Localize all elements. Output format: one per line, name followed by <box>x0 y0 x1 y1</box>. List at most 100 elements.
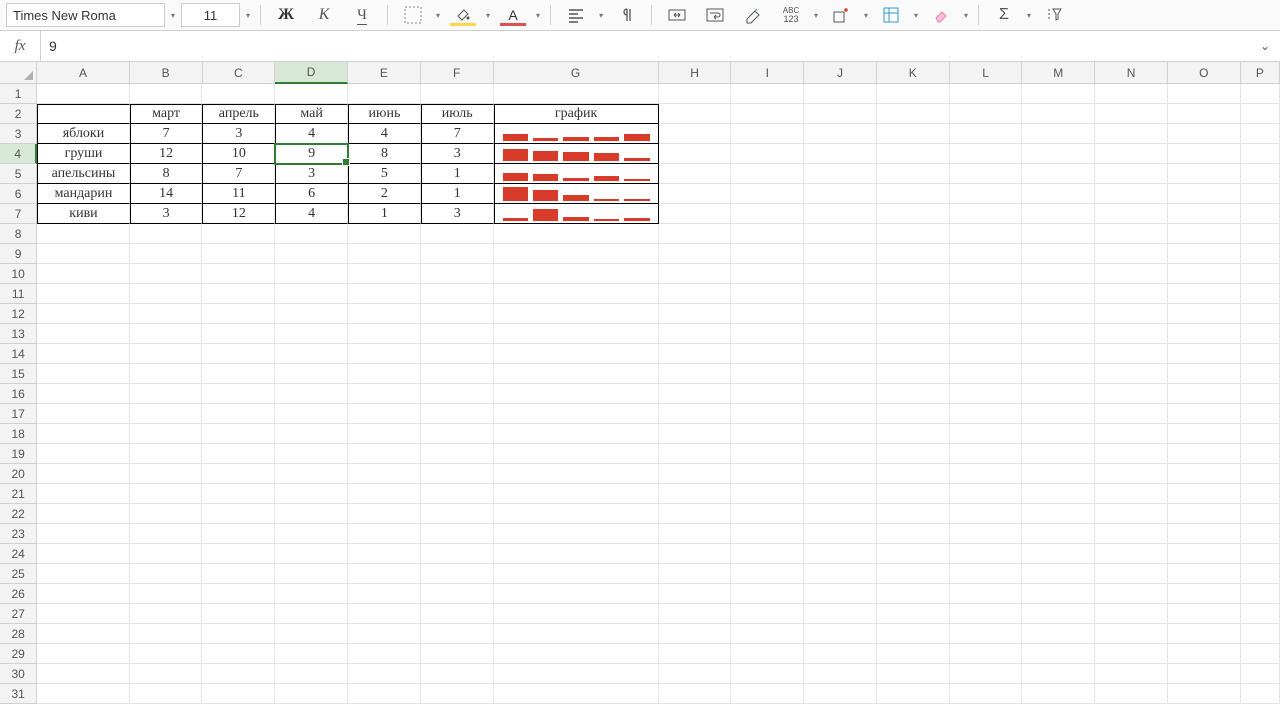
cell-F9[interactable] <box>421 244 494 264</box>
cell-F30[interactable] <box>421 664 494 684</box>
cell-C20[interactable] <box>202 464 275 484</box>
col-head-D[interactable]: D <box>275 62 348 84</box>
cell-I8[interactable] <box>731 224 804 244</box>
cell-G27[interactable] <box>494 604 659 624</box>
cell-K25[interactable] <box>877 564 950 584</box>
cell-K1[interactable] <box>877 84 950 104</box>
number-format-button[interactable]: ABC 123 <box>774 2 808 28</box>
cell-G22[interactable] <box>494 504 659 524</box>
cell-C23[interactable] <box>202 524 275 544</box>
cell-G17[interactable] <box>494 404 659 424</box>
col-head-N[interactable]: N <box>1095 62 1168 84</box>
chevron-down-icon[interactable]: ▾ <box>484 2 492 28</box>
cell-I6[interactable] <box>731 184 804 204</box>
cell-L12[interactable] <box>950 304 1023 324</box>
cell-F26[interactable] <box>421 584 494 604</box>
cell-E23[interactable] <box>348 524 421 544</box>
cell-O30[interactable] <box>1168 664 1241 684</box>
cell-J3[interactable] <box>804 124 877 144</box>
cell-C12[interactable] <box>202 304 275 324</box>
col-head-K[interactable]: K <box>877 62 950 84</box>
cell-E15[interactable] <box>348 364 421 384</box>
cell-O11[interactable] <box>1168 284 1241 304</box>
cell-D18[interactable] <box>275 424 348 444</box>
cell-N14[interactable] <box>1095 344 1168 364</box>
cell-C19[interactable] <box>202 444 275 464</box>
fill-color-button[interactable] <box>446 2 480 28</box>
row-head[interactable]: 29 <box>0 644 37 664</box>
cell-C17[interactable] <box>202 404 275 424</box>
cell-E27[interactable] <box>348 604 421 624</box>
cell-B1[interactable] <box>130 84 203 104</box>
cell-F25[interactable] <box>421 564 494 584</box>
cell-A4[interactable]: груши <box>37 144 129 164</box>
cell-I1[interactable] <box>731 84 804 104</box>
cell-G21[interactable] <box>494 484 659 504</box>
cell-M5[interactable] <box>1022 164 1095 184</box>
cell-O9[interactable] <box>1168 244 1241 264</box>
cell-I5[interactable] <box>731 164 804 184</box>
cell-H19[interactable] <box>659 444 732 464</box>
cell-H21[interactable] <box>659 484 732 504</box>
col-head-B[interactable]: B <box>130 62 203 84</box>
cell-O4[interactable] <box>1168 144 1241 164</box>
cell-H24[interactable] <box>659 544 732 564</box>
cell-I2[interactable] <box>731 104 804 124</box>
cell-C27[interactable] <box>202 604 275 624</box>
cell-C30[interactable] <box>202 664 275 684</box>
cell-I24[interactable] <box>731 544 804 564</box>
cell-D21[interactable] <box>275 484 348 504</box>
cell-A12[interactable] <box>37 304 129 324</box>
cell-C10[interactable] <box>202 264 275 284</box>
cell-B25[interactable] <box>130 564 203 584</box>
cell-O13[interactable] <box>1168 324 1241 344</box>
cell-C31[interactable] <box>202 684 275 704</box>
cell-L27[interactable] <box>950 604 1023 624</box>
col-head-G[interactable]: G <box>494 62 659 84</box>
cell-O27[interactable] <box>1168 604 1241 624</box>
cell-P14[interactable] <box>1241 344 1280 364</box>
cell-E30[interactable] <box>348 664 421 684</box>
cell-J22[interactable] <box>804 504 877 524</box>
cell-I20[interactable] <box>731 464 804 484</box>
cell-M26[interactable] <box>1022 584 1095 604</box>
row-head[interactable]: 25 <box>0 564 37 584</box>
cell-H13[interactable] <box>659 324 732 344</box>
cell-K11[interactable] <box>877 284 950 304</box>
cell-O31[interactable] <box>1168 684 1241 704</box>
cell-D16[interactable] <box>275 384 348 404</box>
cell-N24[interactable] <box>1095 544 1168 564</box>
cell-L20[interactable] <box>950 464 1023 484</box>
cell-K13[interactable] <box>877 324 950 344</box>
cell-D22[interactable] <box>275 504 348 524</box>
insert-cells-button[interactable] <box>824 2 858 28</box>
cell-F19[interactable] <box>421 444 494 464</box>
cell-L16[interactable] <box>950 384 1023 404</box>
cell-A31[interactable] <box>37 684 129 704</box>
cell-B8[interactable] <box>130 224 203 244</box>
row-head[interactable]: 17 <box>0 404 37 424</box>
cell-F29[interactable] <box>421 644 494 664</box>
cell-N5[interactable] <box>1095 164 1168 184</box>
cell-L5[interactable] <box>950 164 1023 184</box>
cell-A9[interactable] <box>37 244 129 264</box>
col-head-C[interactable]: C <box>203 62 276 84</box>
cell-C11[interactable] <box>202 284 275 304</box>
cell-L11[interactable] <box>950 284 1023 304</box>
cell-N29[interactable] <box>1095 644 1168 664</box>
cell-I18[interactable] <box>731 424 804 444</box>
cell-L15[interactable] <box>950 364 1023 384</box>
cell-B14[interactable] <box>130 344 203 364</box>
cell-E26[interactable] <box>348 584 421 604</box>
cell-B29[interactable] <box>130 644 203 664</box>
cell-J21[interactable] <box>804 484 877 504</box>
row-head[interactable]: 1 <box>0 84 37 104</box>
cell-C7[interactable]: 12 <box>202 204 275 224</box>
cell-G6[interactable] <box>494 184 659 204</box>
cell-D10[interactable] <box>275 264 348 284</box>
cell-J4[interactable] <box>804 144 877 164</box>
cell-O14[interactable] <box>1168 344 1241 364</box>
cell-F7[interactable]: 3 <box>421 204 494 224</box>
cell-M14[interactable] <box>1022 344 1095 364</box>
cell-B21[interactable] <box>130 484 203 504</box>
